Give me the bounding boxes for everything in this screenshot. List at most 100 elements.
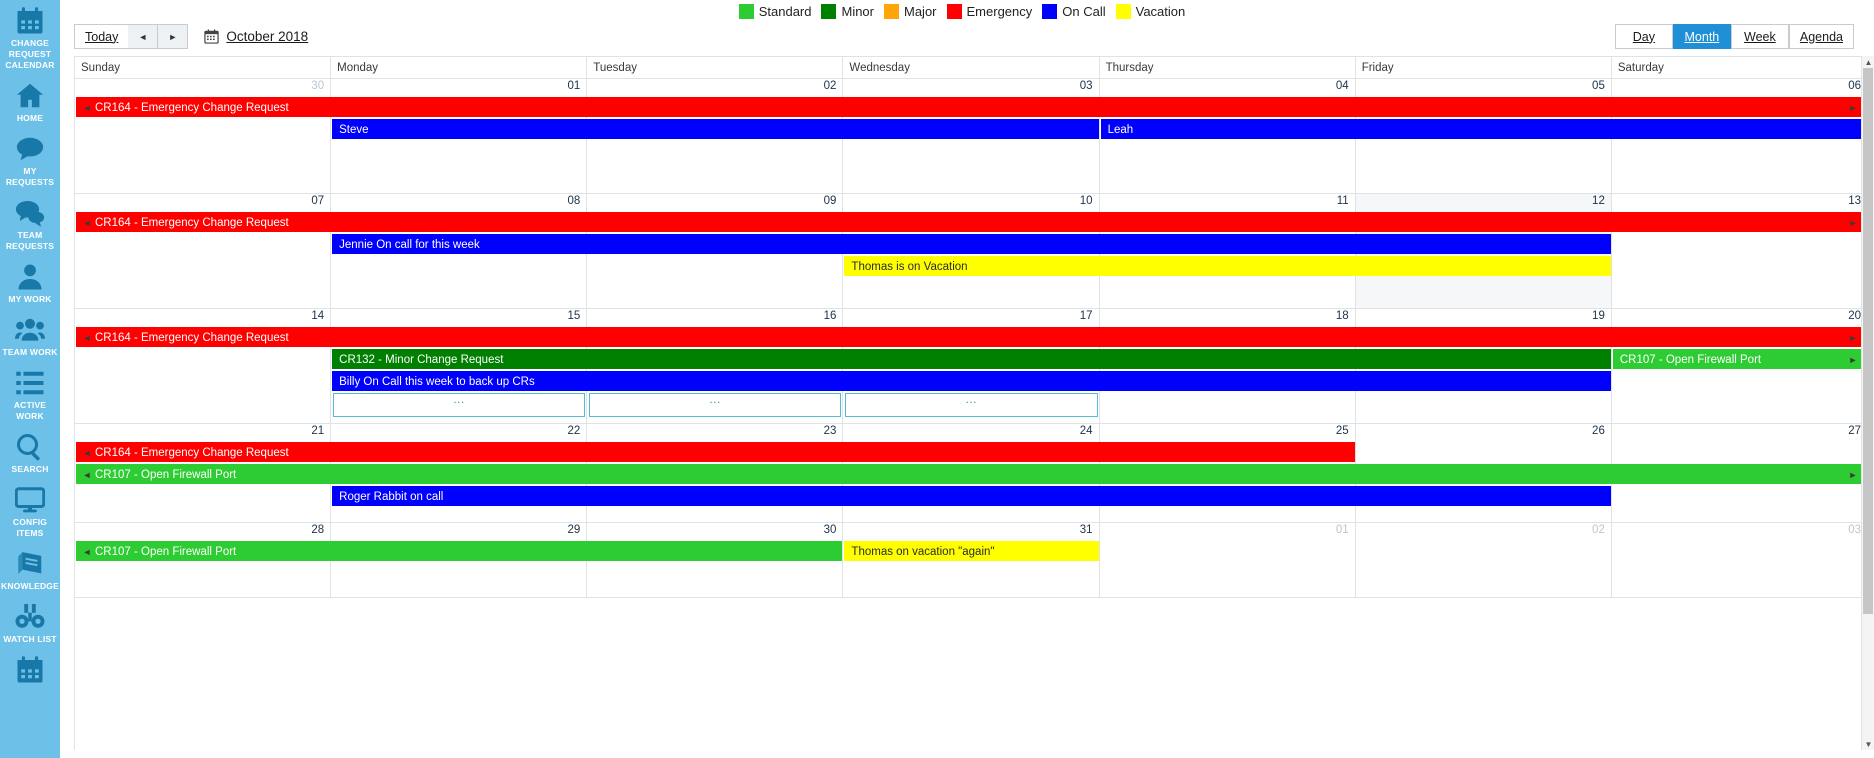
legend-item-emergency: Emergency [946,3,1033,19]
continues-right-arrow-icon: ► [1848,355,1858,365]
calendar-vertical-scrollbar[interactable]: ▲ ▼ [1861,56,1874,750]
calendar-body: 30 01 02 03 04 05 06 ◄ CR164 - Emergency Change … [75,79,1868,598]
person-icon [15,262,45,292]
sidebar-item-config-items[interactable]: CONFIG ITEMS [0,479,60,543]
calendar-event[interactable]: CR107 - Open Firewall Port ► [1612,349,1867,369]
weekday-header-row: Sunday Monday Tuesday Wednesday Thursday Frid… [75,57,1868,79]
calendar-event-title: CR107 - Open Firewall Port [95,546,237,558]
calendar-event-title: Jennie On call for this week [339,239,480,251]
sidebar-item-label: WATCH LIST [3,634,57,644]
scroll-up-arrow[interactable]: ▲ [1862,56,1874,68]
sidebar-item-active-work[interactable]: ACTIVE WORK [0,362,60,426]
scroll-down-arrow[interactable]: ▼ [1862,738,1874,750]
legend-swatch [738,3,754,19]
current-period-label: October 2018 [226,29,309,44]
calendar-event[interactable]: Jennie On call for this week [332,234,1611,254]
calendar-week-row: 14 15 16 17 18 19 20 ◄ CR164 - Emergency Change … [75,309,1868,424]
calendar-event-title: CR107 - Open Firewall Port [1619,354,1762,366]
week-event-layer: ◄ CR164 - Emergency Change Request ◄ CR107 … [75,424,1868,506]
sidebar-item-watch-list[interactable]: WATCH LIST [0,596,60,649]
calendar-event[interactable]: Steve [332,119,1099,139]
view-button-month[interactable]: Month [1672,24,1731,49]
calendar-event[interactable]: ◄ CR164 - Emergency Change Request ► [76,327,1867,347]
sidebar-item-team-requests[interactable]: TEAM REQUESTS [0,192,60,256]
view-button-week[interactable]: Week [1730,24,1789,49]
calendar-toolbar: Today ◄ ► October 2018 Day Month Week Agend… [60,22,1874,54]
sidebar-item-search[interactable]: SEARCH [0,426,60,479]
view-button-day[interactable]: Day [1614,24,1673,49]
toolbar-left-group: Today ◄ ► October 2018 [74,24,308,49]
sidebar-item-change-request-calendar[interactable]: CHANGE REQUEST CALENDAR [0,0,60,75]
calendar-event-title: CR164 - Emergency Change Request [95,447,289,459]
sidebar-item-label: HOME [16,113,44,123]
more-events-cell[interactable]: … [845,393,1098,417]
calendar-week-row: 07 08 09 10 11 12 13 ◄ CR164 - Emergency Change … [75,194,1868,309]
continues-right-arrow-icon: ► [1848,333,1858,343]
navigation-button-group: Today ◄ ► [74,24,189,49]
main-content: Standard Minor Major Emergency On Call Vacati… [60,0,1874,758]
sidebar-item-label: CHANGE REQUEST CALENDAR [5,38,55,70]
week-event-layer: ◄ CR164 - Emergency Change Request ► Steve L… [75,79,1868,139]
legend-item-standard: Standard [738,3,811,19]
view-button-label: Month [1684,29,1720,44]
legend-swatch [946,3,962,19]
sidebar-item-item[interactable] [0,649,60,689]
view-button-agenda[interactable]: Agenda [1788,24,1854,49]
calendar-event[interactable]: ◄ CR164 - Emergency Change Request ► [76,212,1867,232]
sidebar-item-label: CONFIG ITEMS [12,517,48,538]
sidebar-item-knowledge[interactable]: KNOWLEDGE [0,543,60,596]
continues-left-arrow-icon: ◄ [82,218,92,228]
sidebar-item-label: TEAM WORK [2,347,58,357]
today-button[interactable]: Today [74,24,129,49]
previous-period-button[interactable]: ◄ [128,24,159,49]
sidebar-item-label: MY WORK [8,294,52,304]
sidebar-item-my-work[interactable]: MY WORK [0,256,60,309]
calendar-icon [204,29,220,44]
legend-label: Minor [841,3,874,19]
calendar-event[interactable]: CR132 - Minor Change Request [332,349,1611,369]
calendar-event-title: Billy On Call this week to back up CRs [339,376,535,388]
sidebar-item-home[interactable]: HOME [0,75,60,128]
calendar-event[interactable]: ◄ CR164 - Emergency Change Request [76,442,1355,462]
more-events-cell[interactable]: … [333,393,586,417]
weekday-header-thursday: Thursday [1100,57,1356,78]
calendar-event[interactable]: Leah [1100,119,1867,139]
legend-label: Emergency [966,3,1033,19]
calendar-event[interactable]: ◄ CR164 - Emergency Change Request ► [76,97,1867,117]
calendar-event[interactable]: ◄ CR107 - Open Firewall Port [76,541,843,561]
calendar-event-title: CR164 - Emergency Change Request [95,102,289,114]
view-button-label: Week [1744,29,1776,44]
calendar-week-row: 21 22 23 24 25 26 27 ◄ CR164 - Emergency Change … [75,424,1868,523]
sidebar-item-team-work[interactable]: TEAM WORK [0,309,60,362]
weekday-header-tuesday: Tuesday [587,57,844,78]
legend-swatch [884,3,899,19]
date-picker-trigger[interactable]: October 2018 [204,29,308,44]
calendar-event-title: Roger Rabbit on call [339,491,444,503]
next-period-button[interactable]: ► [158,24,189,49]
legend-swatch [1115,3,1131,19]
sidebar-item-my-requests[interactable]: MY REQUESTS [0,128,60,192]
calendar-event-title: Leah [1107,124,1134,136]
sidebar-item-label: SEARCH [11,464,49,474]
calendar-week-row: 28 29 30 31 01 02 03 ◄ CR107 - Open Firewall Por… [75,523,1868,598]
view-button-label: Day [1632,29,1655,44]
calendar-event[interactable]: ◄ CR107 - Open Firewall Port ► [76,464,1867,484]
legend-label: Major [904,3,937,19]
calendar-event-title: Thomas is on Vacation [851,261,968,273]
book-icon [15,549,45,579]
calendar-event-title: CR107 - Open Firewall Port [95,469,237,481]
continues-left-arrow-icon: ◄ [82,547,92,557]
calendar-event[interactable]: Thomas on vacation "again" [844,541,1099,561]
calendar-event[interactable]: Roger Rabbit on call [332,486,1611,506]
sidebar-item-label: MY REQUESTS [5,166,55,187]
week-event-layer: ◄ CR107 - Open Firewall Port Thomas on vac… [75,523,1868,561]
more-events-cell[interactable]: … [589,393,842,417]
calendar-week-row: 30 01 02 03 04 05 06 ◄ CR164 - Emergency Change … [75,79,1868,194]
legend-item-minor: Minor [821,3,874,19]
scrollbar-thumb[interactable] [1863,68,1873,614]
sidebar-item-label: ACTIVE WORK [13,400,47,421]
legend-label: Vacation [1135,3,1186,19]
speech-bubble-icon [15,134,45,164]
calendar-event[interactable]: Billy On Call this week to back up CRs [332,371,1611,391]
calendar-event[interactable]: Thomas is on Vacation [844,256,1611,276]
